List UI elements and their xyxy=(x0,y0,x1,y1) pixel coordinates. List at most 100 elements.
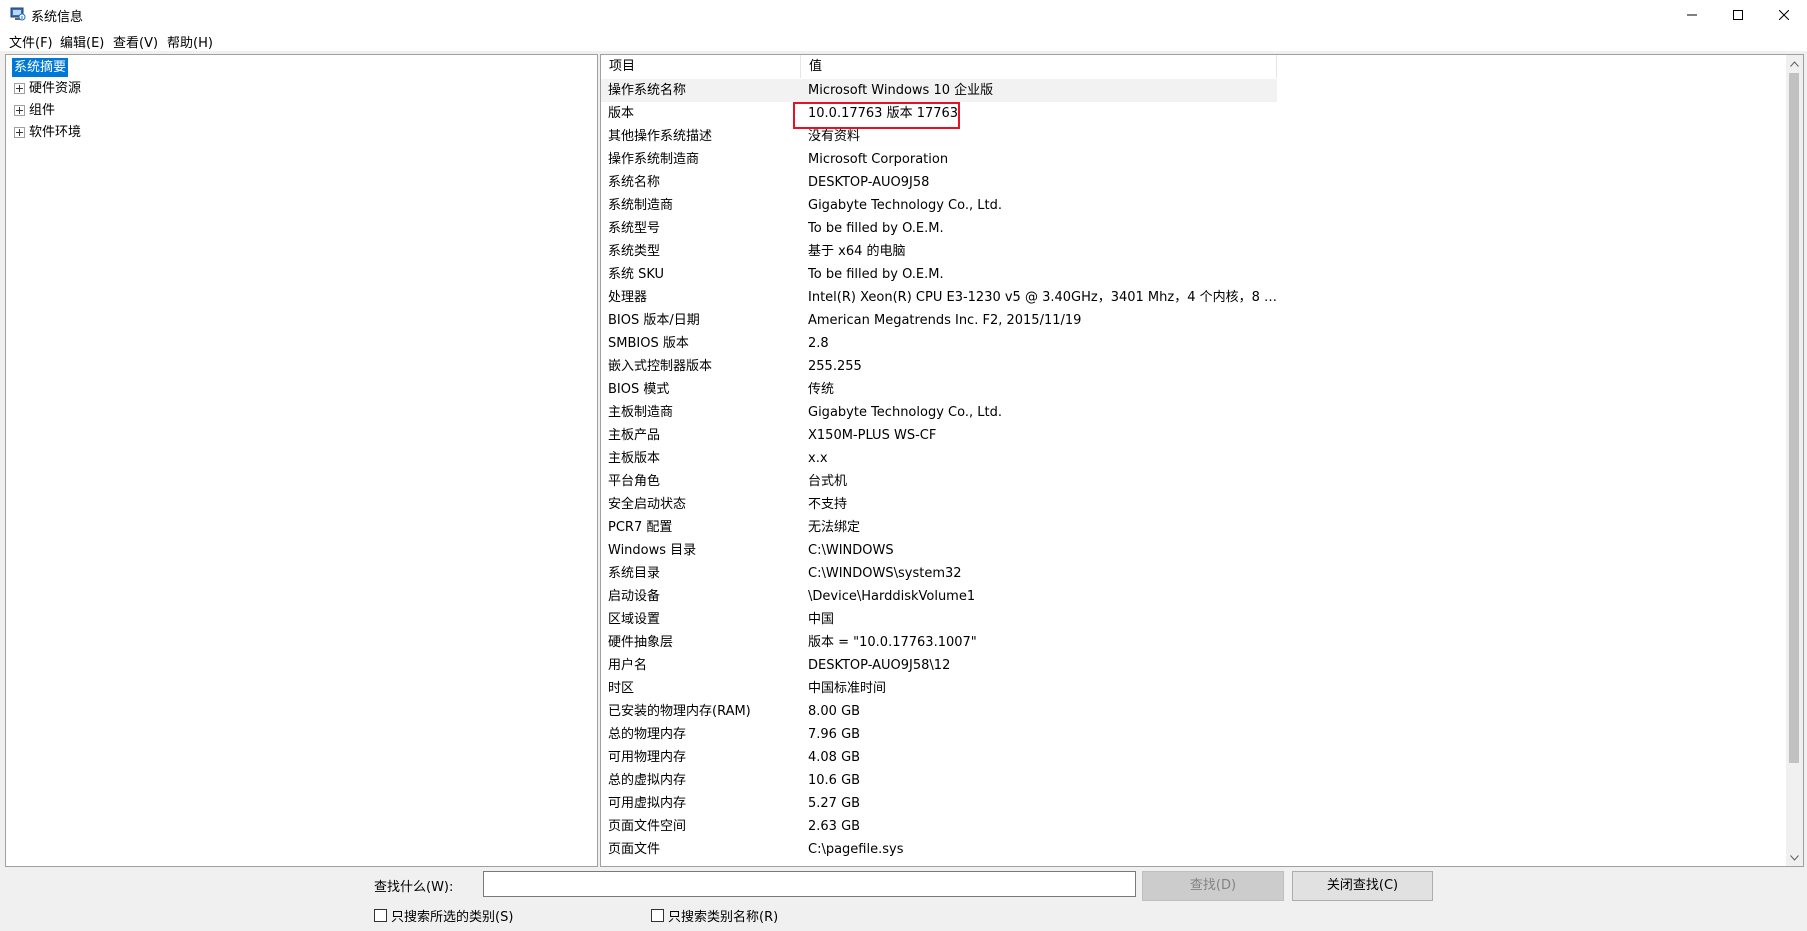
menu-view[interactable]: 查看(V) xyxy=(113,32,158,51)
table-row[interactable]: 总的虚拟内存 10.6 GB xyxy=(601,769,1803,792)
maximize-button[interactable] xyxy=(1715,0,1761,29)
row-item-value: 4.08 GB xyxy=(808,750,861,765)
row-item-name: 可用虚拟内存 xyxy=(608,796,687,811)
maximize-icon xyxy=(1733,9,1743,20)
tree-item-system-summary[interactable]: 系统摘要 xyxy=(12,58,69,77)
search-selected-category-checkbox[interactable]: 只搜索所选的类别(S) xyxy=(374,906,513,925)
find-button[interactable]: 查找(D) xyxy=(1142,871,1284,901)
table-row[interactable]: 已安装的物理内存(RAM) 8.00 GB xyxy=(601,700,1803,723)
table-row[interactable]: 主板版本 x.x xyxy=(601,447,1803,470)
row-item-name: 总的虚拟内存 xyxy=(608,773,687,788)
row-item-value: 基于 x64 的电脑 xyxy=(808,244,906,259)
checkbox-box[interactable] xyxy=(651,909,664,922)
table-row[interactable]: 系统型号 To be filled by O.E.M. xyxy=(601,217,1803,240)
vertical-scrollbar[interactable] xyxy=(1786,55,1803,866)
table-row[interactable]: SMBIOS 版本 2.8 xyxy=(601,332,1803,355)
row-item-value: 2.8 xyxy=(808,336,829,351)
scroll-down-button[interactable] xyxy=(1786,849,1803,866)
table-row[interactable]: 系统类型 基于 x64 的电脑 xyxy=(601,240,1803,263)
table-row[interactable]: 系统名称 DESKTOP-AUO9J58 xyxy=(601,171,1803,194)
scroll-up-button[interactable] xyxy=(1786,55,1803,72)
expand-icon[interactable] xyxy=(14,105,25,116)
find-input[interactable] xyxy=(483,871,1136,897)
table-row[interactable]: BIOS 模式 传统 xyxy=(601,378,1803,401)
row-item-name: 主板制造商 xyxy=(608,405,674,420)
table-row[interactable]: 其他操作系统描述 没有资料 xyxy=(601,125,1803,148)
list-header: 项目 值 xyxy=(601,55,1803,78)
row-item-value: X150M-PLUS WS-CF xyxy=(808,428,937,443)
row-item-name: 可用物理内存 xyxy=(608,750,687,765)
table-row[interactable]: 硬件抽象层 版本 = "10.0.17763.1007" xyxy=(601,631,1803,654)
row-item-name: 页面文件 xyxy=(608,842,661,857)
close-icon xyxy=(1779,9,1789,20)
table-row[interactable]: 可用物理内存 4.08 GB xyxy=(601,746,1803,769)
table-row[interactable]: 系统 SKU To be filled by O.E.M. xyxy=(601,263,1803,286)
menu-help[interactable]: 帮助(H) xyxy=(167,32,213,51)
tree-item-hardware-resources[interactable]: 硬件资源 xyxy=(14,79,81,98)
column-header-value[interactable]: 值 xyxy=(801,55,1277,78)
table-row[interactable]: 页面文件空间 2.63 GB xyxy=(601,815,1803,838)
table-row[interactable]: Windows 目录 C:\WINDOWS xyxy=(601,539,1803,562)
table-row[interactable]: 安全启动状态 不支持 xyxy=(601,493,1803,516)
row-item-name: 系统制造商 xyxy=(608,198,674,213)
row-item-value: 台式机 xyxy=(808,474,848,489)
details-list[interactable]: 项目 值 操作系统名称 Microsoft Windows 10 企业版 版本 10.… xyxy=(600,54,1804,867)
menu-edit[interactable]: 编辑(E) xyxy=(60,32,104,51)
table-row[interactable]: 版本 10.0.17763 版本 17763 xyxy=(601,102,1803,125)
row-item-value: Gigabyte Technology Co., Ltd. xyxy=(808,405,1002,420)
search-category-names-checkbox[interactable]: 只搜索类别名称(R) xyxy=(651,906,778,925)
table-row[interactable]: 处理器 Intel(R) Xeon(R) CPU E3-1230 v5 @ 3.4… xyxy=(601,286,1803,309)
row-item-value: 不支持 xyxy=(808,497,848,512)
row-item-name: 操作系统制造商 xyxy=(608,152,700,167)
table-row[interactable]: 区域设置 中国 xyxy=(601,608,1803,631)
category-tree[interactable]: 系统摘要 硬件资源 组件 软件环境 xyxy=(5,54,598,867)
expand-icon[interactable] xyxy=(14,127,25,138)
row-item-value: 10.0.17763 版本 17763 xyxy=(808,106,959,121)
table-row[interactable]: 嵌入式控制器版本 255.255 xyxy=(601,355,1803,378)
table-row[interactable]: BIOS 版本/日期 American Megatrends Inc. F2, 2… xyxy=(601,309,1803,332)
row-item-name: 区域设置 xyxy=(608,612,661,627)
system-information-icon xyxy=(10,7,26,21)
table-row[interactable]: 操作系统制造商 Microsoft Corporation xyxy=(601,148,1803,171)
table-row[interactable]: 主板制造商 Gigabyte Technology Co., Ltd. xyxy=(601,401,1803,424)
scrollbar-thumb[interactable] xyxy=(1789,73,1799,763)
tree-item-label: 硬件资源 xyxy=(29,81,82,96)
tree-item-components[interactable]: 组件 xyxy=(14,101,55,120)
row-item-value: American Megatrends Inc. F2, 2015/11/19 xyxy=(808,313,1082,328)
table-row[interactable]: 操作系统名称 Microsoft Windows 10 企业版 xyxy=(601,79,1277,102)
row-item-name: 已安装的物理内存(RAM) xyxy=(608,704,751,719)
checkbox-box[interactable] xyxy=(374,909,387,922)
row-item-value: Microsoft Windows 10 企业版 xyxy=(808,83,994,98)
row-item-name: 平台角色 xyxy=(608,474,661,489)
row-item-value: 10.6 GB xyxy=(808,773,861,788)
column-header-item[interactable]: 项目 xyxy=(601,55,801,78)
close-find-button[interactable]: 关闭查找(C) xyxy=(1292,871,1433,901)
table-row[interactable]: 主板产品 X150M-PLUS WS-CF xyxy=(601,424,1803,447)
table-row[interactable]: 页面文件 C:\pagefile.sys xyxy=(601,838,1803,861)
row-item-value: Gigabyte Technology Co., Ltd. xyxy=(808,198,1002,213)
find-label: 查找什么(W): xyxy=(374,880,454,895)
expand-icon[interactable] xyxy=(14,83,25,94)
table-row[interactable]: 系统目录 C:\WINDOWS\system32 xyxy=(601,562,1803,585)
table-row[interactable]: 启动设备 \Device\HarddiskVolume1 xyxy=(601,585,1803,608)
close-button[interactable] xyxy=(1761,0,1807,29)
row-item-name: 硬件抽象层 xyxy=(608,635,674,650)
row-item-value: 无法绑定 xyxy=(808,520,861,535)
table-row[interactable]: 总的物理内存 7.96 GB xyxy=(601,723,1803,746)
table-row[interactable]: 用户名 DESKTOP-AUO9J58\12 xyxy=(601,654,1803,677)
row-item-name: 其他操作系统描述 xyxy=(608,129,713,144)
menu-file[interactable]: 文件(F) xyxy=(9,32,53,51)
table-row[interactable]: 可用虚拟内存 5.27 GB xyxy=(601,792,1803,815)
row-item-name: Windows 目录 xyxy=(608,543,697,558)
table-row[interactable]: 平台角色 台式机 xyxy=(601,470,1803,493)
minimize-icon xyxy=(1687,14,1697,15)
table-row[interactable]: 时区 中国标准时间 xyxy=(601,677,1803,700)
minimize-button[interactable] xyxy=(1669,0,1715,29)
row-item-name: 系统 SKU xyxy=(608,267,665,282)
tree-item-software-environment[interactable]: 软件环境 xyxy=(14,123,81,142)
table-row[interactable]: 系统制造商 Gigabyte Technology Co., Ltd. xyxy=(601,194,1803,217)
row-item-value: C:\WINDOWS\system32 xyxy=(808,566,962,581)
row-item-value: DESKTOP-AUO9J58 xyxy=(808,175,930,190)
row-item-value: 中国标准时间 xyxy=(808,681,887,696)
table-row[interactable]: PCR7 配置 无法绑定 xyxy=(601,516,1803,539)
